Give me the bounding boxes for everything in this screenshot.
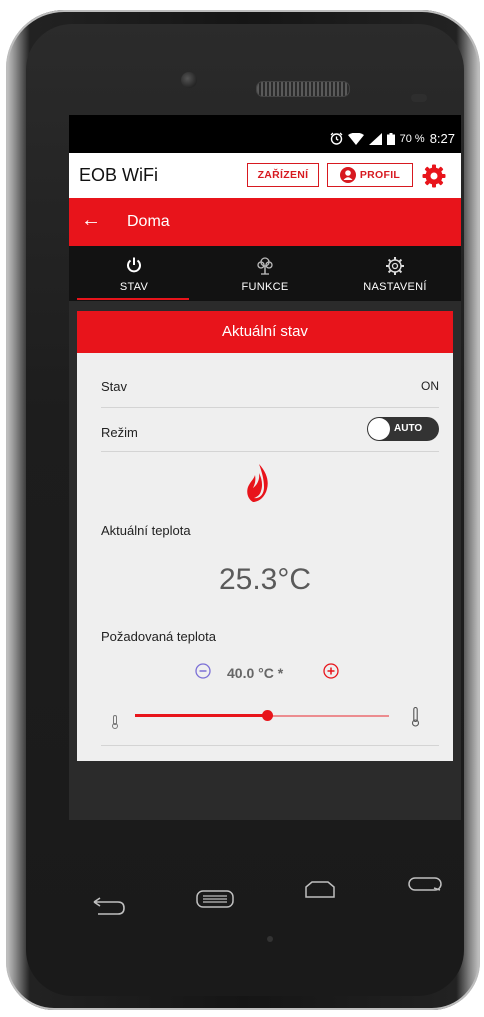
signal-icon xyxy=(368,132,382,145)
front-camera xyxy=(181,72,197,88)
battery-percent: 70 % xyxy=(399,132,425,145)
clock: 8:27 xyxy=(429,131,455,146)
user-icon xyxy=(339,167,356,183)
back-key-icon[interactable] xyxy=(92,896,126,916)
status-bar: 70 % 8:27 xyxy=(69,115,461,153)
current-temperature: 25.3°C xyxy=(218,563,312,596)
divider xyxy=(101,745,439,746)
target-temperature: 40.0 °C * xyxy=(227,665,284,681)
tab-stav[interactable]: STAV xyxy=(69,246,199,301)
app-bar: EOB WiFi ZAŘÍZENÍ PROFIL xyxy=(69,153,461,198)
current-temp-label: Aktuální teplota xyxy=(101,523,191,538)
menu-key-icon[interactable] xyxy=(196,890,234,908)
mode-toggle[interactable]: AUTO xyxy=(367,417,439,441)
alarm-icon xyxy=(330,132,343,145)
tab-bar: STAV FUNKCE NASTAVENÍ xyxy=(69,246,461,301)
divider xyxy=(101,451,439,452)
back-arrow-icon[interactable]: ← xyxy=(81,209,101,232)
temperature-slider[interactable] xyxy=(135,709,389,723)
divider xyxy=(101,407,439,408)
status-card: Aktuální stav Stav ON Režim AUTO Aktuáln… xyxy=(77,311,453,761)
gear-icon xyxy=(386,257,404,275)
location-toolbar: ← Doma xyxy=(69,198,461,246)
search-key-icon[interactable] xyxy=(408,876,442,892)
profile-button[interactable]: PROFIL xyxy=(327,163,413,187)
tab-nastaveni-label: NASTAVENÍ xyxy=(363,281,427,293)
flame-icon xyxy=(247,464,268,502)
toggle-knob xyxy=(368,418,390,440)
earpiece-speaker xyxy=(256,81,350,97)
decrease-temp-icon[interactable] xyxy=(195,663,211,679)
proximity-sensor xyxy=(411,94,427,102)
status-value: ON xyxy=(421,379,439,393)
settings-gear-icon[interactable] xyxy=(421,163,447,189)
thermometer-low-icon xyxy=(112,715,118,729)
status-label: Stav xyxy=(101,379,128,394)
tab-stav-label: STAV xyxy=(119,281,149,293)
mode-value: AUTO xyxy=(394,423,423,434)
thermometer-high-icon xyxy=(411,707,420,727)
tab-funkce[interactable]: FUNKCE xyxy=(200,246,330,301)
tree-icon xyxy=(257,257,273,275)
tab-funkce-label: FUNKCE xyxy=(241,281,289,293)
devices-button[interactable]: ZAŘÍZENÍ xyxy=(247,163,319,187)
microphone-hole xyxy=(267,936,273,942)
tab-nastaveni[interactable]: NASTAVENÍ xyxy=(330,246,460,301)
slider-fill xyxy=(135,714,268,717)
phone-screen: 70 % 8:27 EOB WiFi ZAŘÍZENÍ PROFIL ← Dom… xyxy=(69,115,461,820)
card-header: Aktuální stav xyxy=(77,311,453,353)
devices-button-label: ZAŘÍZENÍ xyxy=(257,169,309,181)
increase-temp-icon[interactable] xyxy=(323,663,339,679)
location-title: Doma xyxy=(127,213,170,230)
target-temp-control: 40.0 °C * xyxy=(77,663,453,685)
power-icon xyxy=(127,257,141,273)
home-key-icon[interactable] xyxy=(302,880,338,900)
slider-thumb[interactable] xyxy=(262,710,274,721)
target-temp-label: Požadovaná teplota xyxy=(101,629,216,644)
battery-icon xyxy=(386,132,395,145)
app-title: EOB WiFi xyxy=(79,165,158,185)
wifi-icon xyxy=(347,132,364,145)
profile-button-label: PROFIL xyxy=(359,169,401,181)
